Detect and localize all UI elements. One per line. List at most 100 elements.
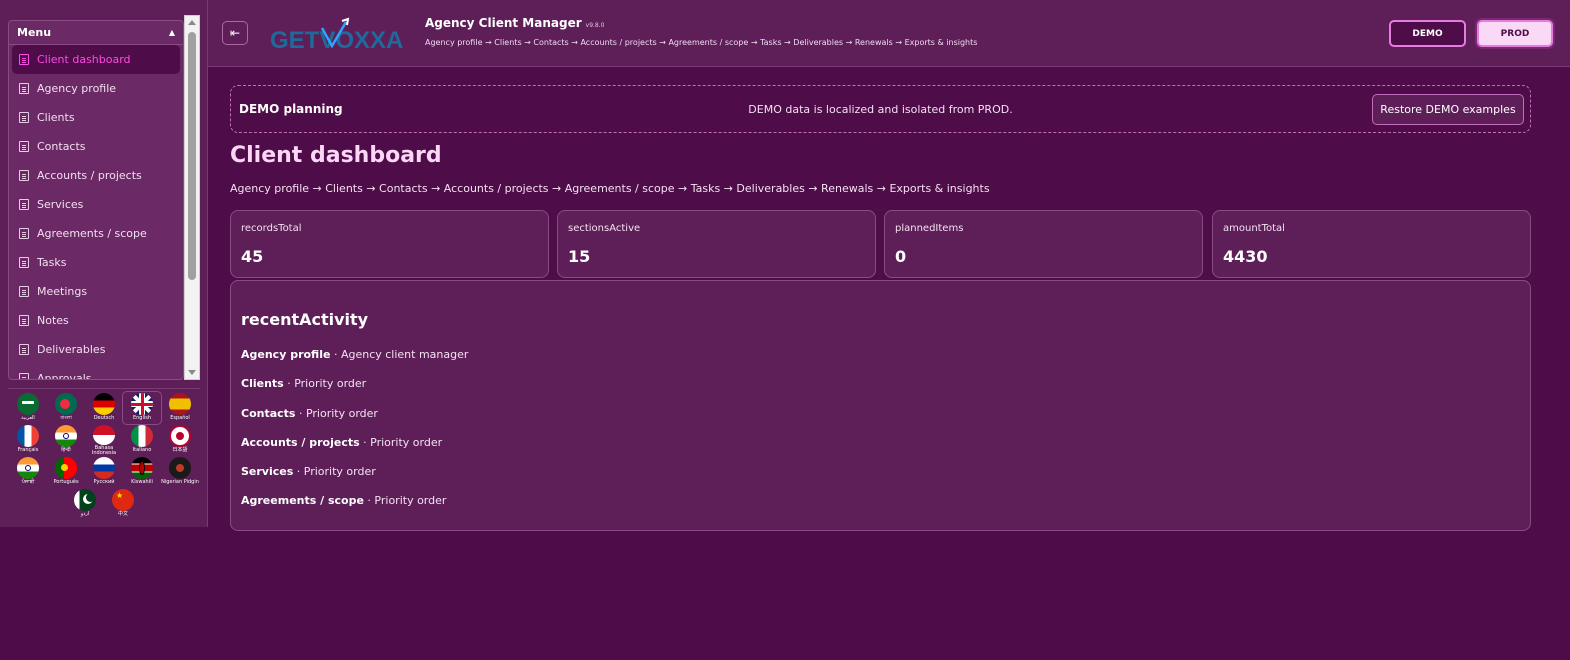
flag-india-icon — [17, 457, 39, 479]
language-label: 中文 — [117, 511, 128, 517]
sidebar-item-tasks[interactable]: Tasks — [9, 248, 183, 277]
sidebar-item-meetings[interactable]: Meetings — [9, 277, 183, 306]
sidebar-item-approvals[interactable]: Approvals — [9, 364, 183, 380]
flag-kenya-icon — [131, 457, 153, 479]
flag-pakistan-icon — [74, 489, 96, 511]
prod-mode-button[interactable]: PROD — [1477, 20, 1553, 47]
caret-up-icon[interactable]: ▲ — [169, 28, 175, 37]
flag-spain-icon — [169, 393, 191, 415]
language-label: English — [132, 415, 152, 421]
flag-france-icon — [17, 425, 39, 447]
language-option-urdu[interactable]: اردو — [66, 488, 104, 520]
demo-banner-title: DEMO planning — [239, 102, 343, 116]
language-option-punjabi[interactable]: ਪੰਜਾਬੀ — [9, 456, 47, 488]
stat-label: recordsTotal — [241, 223, 302, 234]
sidebar-item-clients[interactable]: Clients — [9, 103, 183, 132]
scrollbar-thumb[interactable] — [188, 32, 196, 280]
sidebar-item-label: Services — [37, 198, 84, 211]
sidebar-item-label: Meetings — [37, 285, 88, 298]
language-option-francais[interactable]: Français — [9, 424, 47, 456]
sidebar-item-label: Agency profile — [37, 82, 117, 95]
document-icon — [19, 83, 29, 94]
language-option-chinese[interactable]: ★ 中文 — [104, 488, 142, 520]
language-option-japanese[interactable]: 日本語 — [161, 424, 199, 456]
scroll-down-arrow-icon[interactable] — [188, 370, 196, 375]
sidebar-item-label: Accounts / projects — [37, 169, 142, 182]
stat-card-records-total: recordsTotal 45 — [230, 210, 549, 278]
language-label: ਪੰਜਾਬੀ — [21, 479, 35, 485]
demo-mode-button[interactable]: DEMO — [1389, 20, 1466, 47]
restore-demo-button[interactable]: Restore DEMO examples — [1372, 94, 1524, 125]
sidebar-item-label: Contacts — [37, 140, 86, 153]
list-item: Agency profile · Agency client manager — [241, 348, 468, 377]
activity-detail: · Priority order — [363, 494, 447, 508]
language-option-hindi[interactable]: हिन्दी — [47, 424, 85, 456]
sidebar-item-label: Approvals — [37, 372, 92, 380]
language-option-kiswahili[interactable]: Kiswahili — [123, 456, 161, 488]
getvoxxa-logo: GETVOXXA — [270, 17, 403, 54]
language-option-espanol[interactable]: Español — [161, 392, 199, 424]
sidebar-item-services[interactable]: Services — [9, 190, 183, 219]
activity-detail: · Priority order — [293, 465, 376, 479]
sidebar-item-client-dashboard[interactable]: Client dashboard — [12, 45, 180, 74]
language-option-deutsch[interactable]: Deutsch — [85, 392, 123, 424]
language-option-nigerian-pidgin[interactable]: Nigerian Pidgin — [161, 456, 199, 488]
flag-russia-icon — [93, 457, 115, 479]
sidebar-item-agreements-scope[interactable]: Agreements / scope — [9, 219, 183, 248]
demo-banner: DEMO data is localized and isolated from… — [230, 85, 1531, 133]
language-option-portugues[interactable]: Português — [47, 456, 85, 488]
flag-japan-icon — [169, 425, 191, 447]
sidebar-item-label: Notes — [37, 314, 69, 327]
app-title-text: Agency Client Manager — [425, 16, 582, 30]
language-label: বাংলা — [60, 415, 72, 421]
language-option-bangla[interactable]: বাংলা — [47, 392, 85, 424]
header-breadcrumb: Agency profile → Clients → Contacts → Ac… — [425, 38, 978, 47]
flag-portugal-icon — [55, 457, 77, 479]
sidebar-item-label: Clients — [37, 111, 75, 124]
activity-section: Agency profile — [241, 348, 331, 361]
sidebar-item-accounts-projects[interactable]: Accounts / projects — [9, 161, 183, 190]
list-item: Services · Priority order — [241, 465, 468, 494]
document-icon — [19, 344, 29, 355]
menu-list: Client dashboard Agency profile Clients … — [9, 45, 183, 380]
language-option-bahasa-indonesia[interactable]: Bahasa Indonesia — [85, 424, 123, 456]
app-version: v9.8.0 — [585, 22, 605, 29]
language-option-arabic[interactable]: العربية — [9, 392, 47, 424]
flag-indonesia-icon — [93, 425, 115, 445]
stat-card-sections-active: sectionsActive 15 — [557, 210, 876, 278]
scroll-up-arrow-icon[interactable] — [188, 20, 196, 25]
app-title: Agency Client Manager v9.8.0 — [425, 16, 604, 30]
document-icon — [19, 199, 29, 210]
language-option-italiano[interactable]: Italiano — [123, 424, 161, 456]
stat-value: 45 — [241, 247, 264, 266]
sidebar-item-deliverables[interactable]: Deliverables — [9, 335, 183, 364]
menu-header[interactable]: Menu ▲ — [9, 21, 183, 45]
sidebar-item-agency-profile[interactable]: Agency profile — [9, 74, 183, 103]
language-label: اردو — [80, 511, 90, 517]
document-icon — [19, 170, 29, 181]
flag-nigerian-pidgin-icon — [169, 457, 191, 479]
flag-china-icon: ★ — [112, 489, 134, 511]
language-picker: العربية বাংলা Deutsch English Español Fr… — [8, 391, 200, 520]
language-label: Русский — [93, 479, 115, 485]
flag-india-icon — [55, 425, 77, 447]
document-icon — [19, 373, 29, 379]
language-label: हिन्दी — [61, 447, 71, 453]
breadcrumb: Agency profile → Clients → Contacts → Ac… — [230, 182, 990, 195]
language-option-russian[interactable]: Русский — [85, 456, 123, 488]
page-title: Client dashboard — [230, 143, 442, 168]
document-icon — [19, 54, 29, 65]
language-option-english[interactable]: English — [122, 391, 162, 425]
stat-value: 15 — [568, 247, 591, 266]
collapse-sidebar-button[interactable]: ⇤ — [222, 21, 248, 45]
stat-card-planned-items: plannedItems 0 — [884, 210, 1203, 278]
sidebar-item-notes[interactable]: Notes — [9, 306, 183, 335]
stat-value: 4430 — [1223, 247, 1268, 266]
flag-uk-icon — [131, 393, 153, 415]
sidebar-item-label: Deliverables — [37, 343, 106, 356]
language-label: Bahasa Indonesia — [91, 445, 117, 456]
collapse-menu-icon: ⇤ — [229, 26, 241, 40]
sidebar-item-contacts[interactable]: Contacts — [9, 132, 183, 161]
sidebar-item-label: Client dashboard — [37, 53, 131, 66]
menu-scrollbar[interactable] — [184, 15, 200, 380]
